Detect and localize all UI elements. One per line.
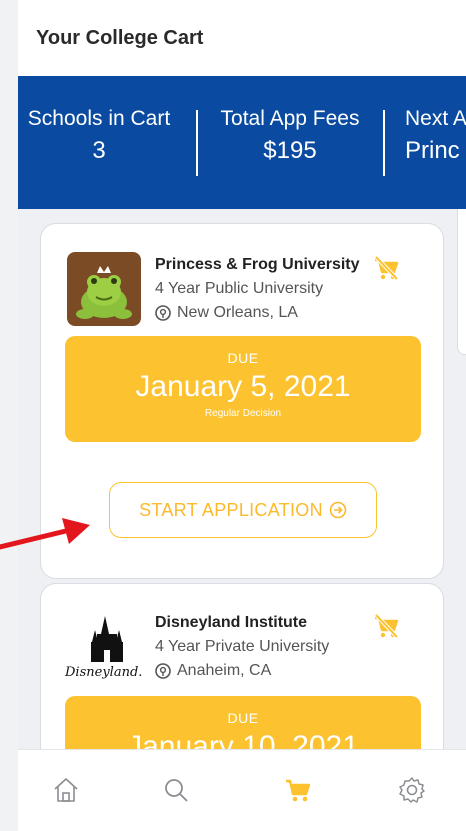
due-date-box: DUE January 10, 2021 <box>65 696 421 749</box>
due-label: DUE <box>227 710 259 726</box>
school-card: Princess & Frog University 4 Year Public… <box>40 223 444 579</box>
cart-icon[interactable] <box>280 772 316 808</box>
school-name[interactable]: Disneyland Institute <box>155 614 307 632</box>
location-pin-icon <box>155 305 171 321</box>
frog-logo-icon <box>67 252 141 326</box>
remove-from-cart-icon[interactable] <box>372 612 400 640</box>
page-title: Your College Cart <box>36 26 204 49</box>
bottom-navigation <box>18 749 466 831</box>
cart-summary-bar: Schools in Cart 3 Total App Fees $195 Ne… <box>18 76 466 209</box>
school-name[interactable]: Princess & Frog University <box>155 256 360 274</box>
stat-divider <box>383 110 385 176</box>
start-application-button[interactable]: START APPLICATION <box>109 482 377 538</box>
school-location: New Orleans, LA <box>155 304 298 322</box>
castle-icon <box>91 616 123 662</box>
total-app-fees-stat: Total App Fees $195 <box>198 104 382 168</box>
next-deadline-value: Princ <box>405 137 460 164</box>
next-deadline-stat: Next A Princ <box>405 104 466 168</box>
decision-type: Regular Decision <box>204 408 282 419</box>
school-location-text: New Orleans, LA <box>177 304 298 321</box>
due-date: January 5, 2021 <box>135 370 351 403</box>
school-location: Anaheim, CA <box>155 662 271 680</box>
disneyland-logo-text: Disneyland. <box>65 665 143 680</box>
schools-in-cart-value: 3 <box>92 137 106 164</box>
annotation-arrow-icon <box>0 518 90 550</box>
side-panel-card <box>457 209 466 355</box>
location-pin-icon <box>155 663 171 679</box>
start-application-label: START APPLICATION <box>139 499 323 520</box>
arrow-circle-right-icon <box>329 501 347 519</box>
search-icon[interactable] <box>158 772 194 808</box>
disneyland-logo: Disneyland. <box>65 612 149 680</box>
due-date: January 10, 2021 <box>127 730 359 749</box>
remove-from-cart-icon[interactable] <box>372 254 400 282</box>
app-window: Your College Cart Schools in Cart 3 Tota… <box>18 0 466 831</box>
schools-in-cart-stat: Schools in Cart 3 <box>18 104 198 168</box>
school-type: 4 Year Public University <box>155 280 324 297</box>
cart-list: Princess & Frog University 4 Year Public… <box>18 209 466 749</box>
app-header: Your College Cart <box>18 0 466 76</box>
due-label: DUE <box>227 350 259 366</box>
total-app-fees-label: Total App Fees <box>220 107 360 130</box>
home-icon[interactable] <box>48 772 84 808</box>
total-app-fees-value: $195 <box>263 137 317 164</box>
schools-in-cart-label: Schools in Cart <box>27 107 171 130</box>
school-card: Disneyland. Disneyland Institute 4 Year … <box>40 583 444 749</box>
school-location-text: Anaheim, CA <box>177 662 272 679</box>
due-date-box: DUE January 5, 2021 Regular Decision <box>65 336 421 442</box>
next-deadline-label: Next A <box>405 107 466 130</box>
settings-icon[interactable] <box>394 772 430 808</box>
school-type: 4 Year Private University <box>155 638 330 655</box>
